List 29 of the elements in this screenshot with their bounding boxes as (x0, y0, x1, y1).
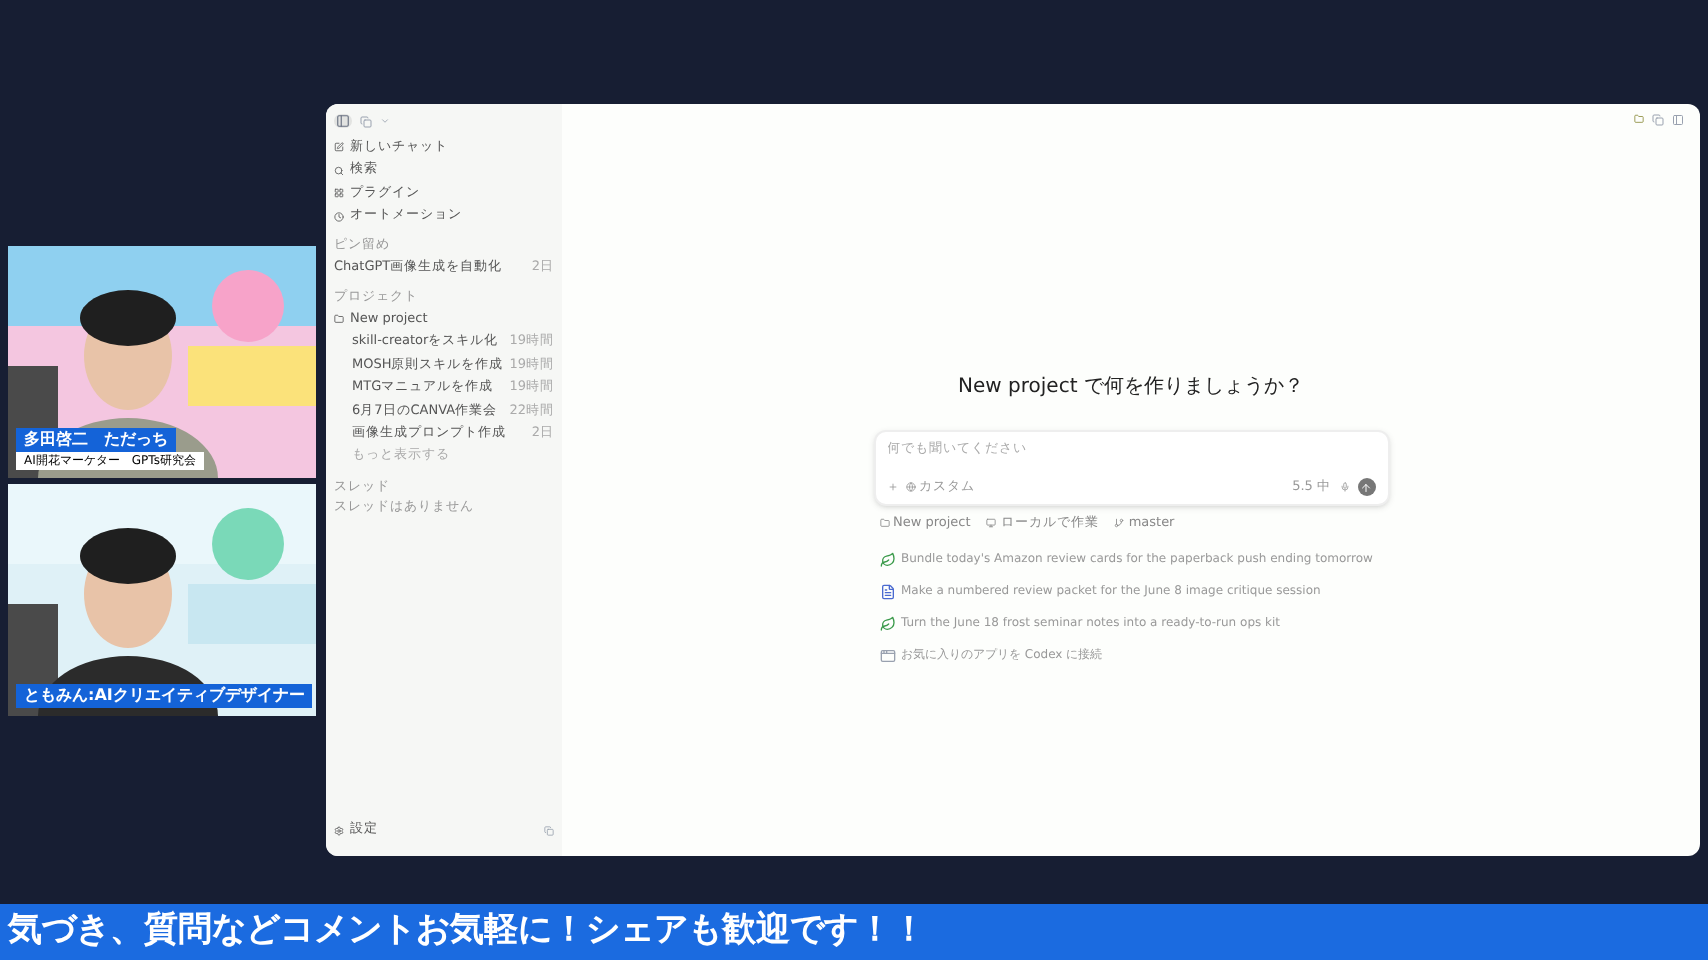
add-icon[interactable] (887, 482, 897, 493)
window-icon[interactable] (544, 825, 554, 836)
panel-icon[interactable] (1672, 114, 1684, 126)
edit-icon (334, 142, 344, 153)
send-button[interactable] (1357, 478, 1375, 497)
globe-icon (905, 482, 915, 493)
monitor-icon (986, 517, 997, 528)
settings-icon (334, 825, 344, 836)
chevron-icon[interactable] (380, 116, 390, 126)
clock-icon (334, 211, 344, 222)
banner-text: 気づき、質問などコメントお気軽に！シェアも歓迎です！！ (8, 908, 926, 955)
search-icon (334, 165, 344, 176)
app-icon (879, 647, 895, 664)
sidebar-toggle-icon[interactable] (334, 114, 352, 128)
branch-icon (1114, 517, 1125, 528)
leaf-icon (879, 615, 895, 632)
arrow-up-icon (1360, 481, 1372, 494)
folder-icon (879, 517, 889, 528)
page-title: New project で何を作りましょうか？ (958, 374, 1304, 402)
grid-icon (334, 188, 344, 199)
folder-icon[interactable] (1634, 114, 1644, 124)
leaf-icon (879, 551, 895, 568)
window-icon[interactable] (360, 115, 372, 127)
window-icon[interactable] (1652, 114, 1664, 126)
microphone-icon[interactable] (1339, 482, 1349, 493)
document-icon (879, 583, 895, 600)
speaker-name: ともみん:AIクリエイティブデザイナー (16, 684, 313, 708)
folder-icon (334, 314, 344, 325)
speaker-name: 多田啓二 ただっち (16, 428, 176, 452)
